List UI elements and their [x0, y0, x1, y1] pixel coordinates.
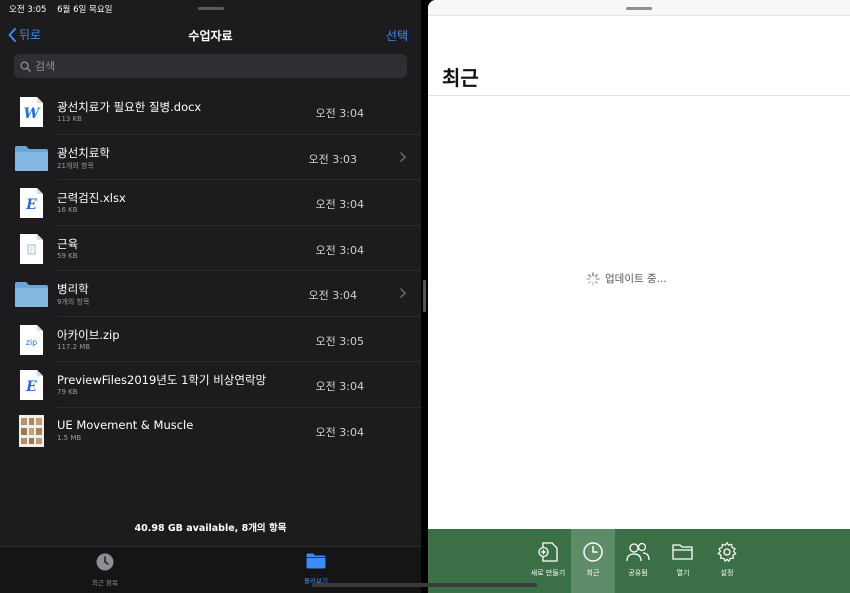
toolbar-label: 최근	[586, 569, 600, 577]
item-count: 9개의 항목	[57, 298, 90, 306]
file-date: 오전 3:03	[308, 152, 357, 166]
file-size: 16 KB	[57, 206, 78, 214]
file-size: 113 KB	[57, 115, 82, 123]
search-input[interactable]	[35, 59, 375, 73]
folder-icon	[15, 282, 48, 307]
file-size: 59 KB	[57, 251, 78, 260]
file-date: 오전 3:04	[315, 107, 364, 120]
file-name: 병리학	[57, 282, 89, 296]
people-icon	[626, 542, 650, 562]
multitasking-grabber[interactable]	[198, 7, 224, 10]
select-button[interactable]: 선택	[386, 27, 408, 44]
split-view-handle[interactable]	[423, 280, 426, 312]
tab-recent[interactable]: 최근 항목	[75, 553, 135, 587]
shared-button[interactable]: 공유됨	[616, 529, 660, 593]
toolbar-label: 새로 만들기	[530, 569, 566, 577]
file-date: 오전 3:04	[315, 380, 364, 393]
folder-icon	[306, 553, 326, 569]
new-document-icon	[538, 542, 558, 562]
file-date: 오전 3:04	[315, 243, 364, 257]
recent-button[interactable]: 최근	[571, 529, 615, 593]
file-size: 117.2 MB	[57, 342, 91, 351]
gear-icon	[717, 541, 737, 562]
file-row[interactable]: E 근력검진.xlsx 16 KB 오전 3:04	[0, 180, 421, 226]
file-list: W 광선치료가 필요한 질병.docx 113 KB 오전 3:04 광선치료학…	[0, 89, 421, 453]
file-date: 오전 3:04	[315, 425, 364, 439]
chevron-right-icon	[400, 151, 406, 162]
toolbar-label: 설정	[720, 569, 734, 577]
file-name: PreviewFiles2019년도 1학기 비상연락망	[57, 373, 267, 387]
spinner-icon	[586, 271, 600, 286]
file-date: 오전 3:04	[308, 289, 357, 302]
svg-text:zip: zip	[26, 338, 38, 347]
folder-icon	[15, 145, 48, 171]
page-heading: 최근	[442, 66, 479, 90]
file-size: 79 KB	[57, 388, 78, 396]
file-name: 근력검진.xlsx	[57, 191, 126, 205]
file-row[interactable]: 근육 59 KB 오전 3:04	[0, 226, 421, 272]
settings-button[interactable]: 설정	[705, 529, 749, 593]
toolbar-label: 공유됨	[628, 569, 648, 577]
svg-text:E: E	[25, 379, 37, 395]
toolbar-label: 열기	[676, 569, 690, 577]
loading-indicator: 업데이트 중...	[586, 271, 667, 286]
storage-summary: 40.98 GB available, 8개의 항목	[134, 523, 287, 534]
page-title: 수업자료	[188, 29, 233, 43]
divider-line	[428, 95, 850, 96]
file-row[interactable]: E PreviewFiles2019년도 1학기 비상연락망 79 KB 오전 …	[0, 362, 421, 408]
excel-doc-icon: E	[20, 370, 43, 400]
excel-doc-icon: E	[20, 188, 43, 218]
file-name: 광선치료학	[57, 145, 110, 160]
file-name: 광선치료가 필요한 질병.docx	[57, 100, 202, 114]
files-pane: 오전 3:05 6월 6일 목요일 뒤로 수업자료 선택 W 광선치료가 필요한…	[0, 0, 421, 593]
file-row[interactable]: UE Movement & Muscle 1.5 MB 오전 3:04	[0, 408, 421, 454]
file-name: 아카이브.zip	[57, 327, 120, 342]
word-doc-icon: W	[20, 97, 43, 127]
folder-open-icon	[672, 544, 693, 560]
status-bar: 오전 3:05 6월 6일 목요일	[9, 3, 112, 15]
image-thumbnail-icon	[19, 414, 44, 447]
search-bar[interactable]	[14, 54, 407, 78]
svg-text:E: E	[25, 197, 37, 213]
file-row[interactable]: W 광선치료가 필요한 질병.docx 113 KB 오전 3:04	[0, 89, 421, 135]
file-date: 오전 3:05	[315, 334, 364, 348]
status-time: 오전 3:05	[9, 5, 47, 15]
search-icon	[20, 60, 31, 72]
item-count: 21개의 항목	[57, 161, 94, 170]
file-date: 오전 3:04	[315, 198, 364, 211]
loading-text: 업데이트 중...	[605, 273, 667, 285]
clock-icon	[96, 553, 114, 571]
folder-row[interactable]: 광선치료학 21개의 항목 오전 3:03	[0, 135, 421, 181]
split-view-divider[interactable]	[421, 0, 428, 593]
multitasking-grabber[interactable]	[626, 7, 652, 10]
svg-text:W: W	[24, 106, 41, 122]
file-name: 근육	[57, 236, 79, 251]
folder-row[interactable]: 병리학 9개의 항목 오전 3:04	[0, 271, 421, 317]
open-button[interactable]: 열기	[661, 529, 705, 593]
clock-icon	[583, 542, 603, 562]
chevron-right-icon	[400, 288, 406, 298]
status-date: 6월 6일 목요일	[57, 5, 113, 15]
file-size: 1.5 MB	[57, 433, 82, 442]
word-pane: 최근 업데이트 중... 새로 만들기 최근 공유됨 열기 설정	[428, 0, 850, 593]
document-icon	[20, 233, 43, 264]
tab-browse[interactable]: 둘러보기	[286, 553, 346, 585]
zip-icon: zip	[20, 324, 43, 355]
file-name: UE Movement & Muscle	[57, 417, 194, 432]
home-indicator[interactable]	[312, 583, 537, 587]
file-row[interactable]: zip 아카이브.zip 117.2 MB 오전 3:05	[0, 317, 421, 363]
tab-label: 최근 항목	[92, 579, 118, 587]
